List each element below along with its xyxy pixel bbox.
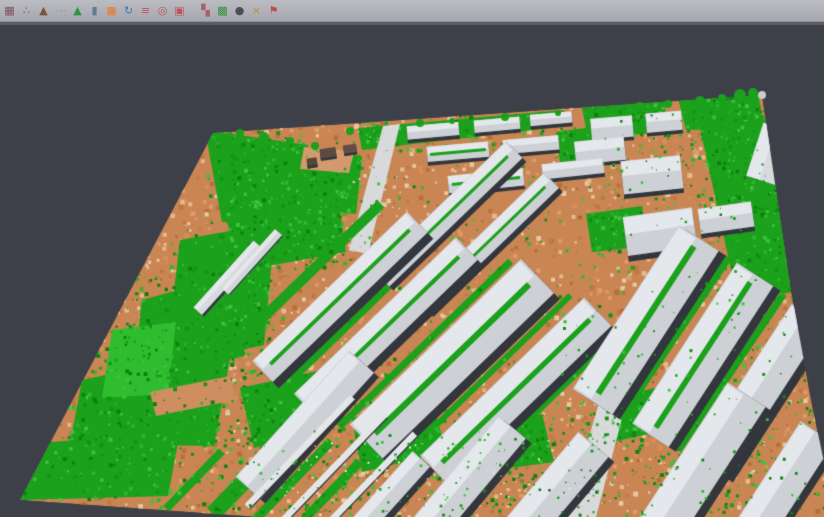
orange-square-icon[interactable]: ■ [103,2,120,20]
target-circle-icon[interactable]: ◎ [154,2,171,20]
sparse-points-icon[interactable]: ⋯ [52,2,69,20]
application-window: ▦∴▲⋯▲▮■↻≡◎▣▚▩●×⚑ [0,0,824,517]
sphere-icon[interactable]: ● [231,2,248,20]
flag-icon[interactable]: ⚑ [265,2,282,20]
checkerboard-icon[interactable]: ▚ [197,2,214,20]
3d-viewport[interactable] [0,25,824,517]
mountain-icon[interactable]: ▲ [35,2,52,20]
classification-colors-icon[interactable]: ▩ [214,2,231,20]
selection-frame-icon[interactable]: ▣ [171,2,188,20]
scatter-points-icon[interactable]: ∴ [18,2,35,20]
toolbar: ▦∴▲⋯▲▮■↻≡◎▣▚▩●×⚑ [0,0,824,22]
classified-point-cloud-render[interactable] [0,25,824,517]
cross-mark-icon[interactable]: × [248,2,265,20]
terrain-icon[interactable]: ▲ [69,2,86,20]
column-icon[interactable]: ▮ [86,2,103,20]
mosaic-tool-icon[interactable]: ▦ [1,2,18,20]
layers-list-icon[interactable]: ≡ [137,2,154,20]
globe-refresh-icon[interactable]: ↻ [120,2,137,20]
